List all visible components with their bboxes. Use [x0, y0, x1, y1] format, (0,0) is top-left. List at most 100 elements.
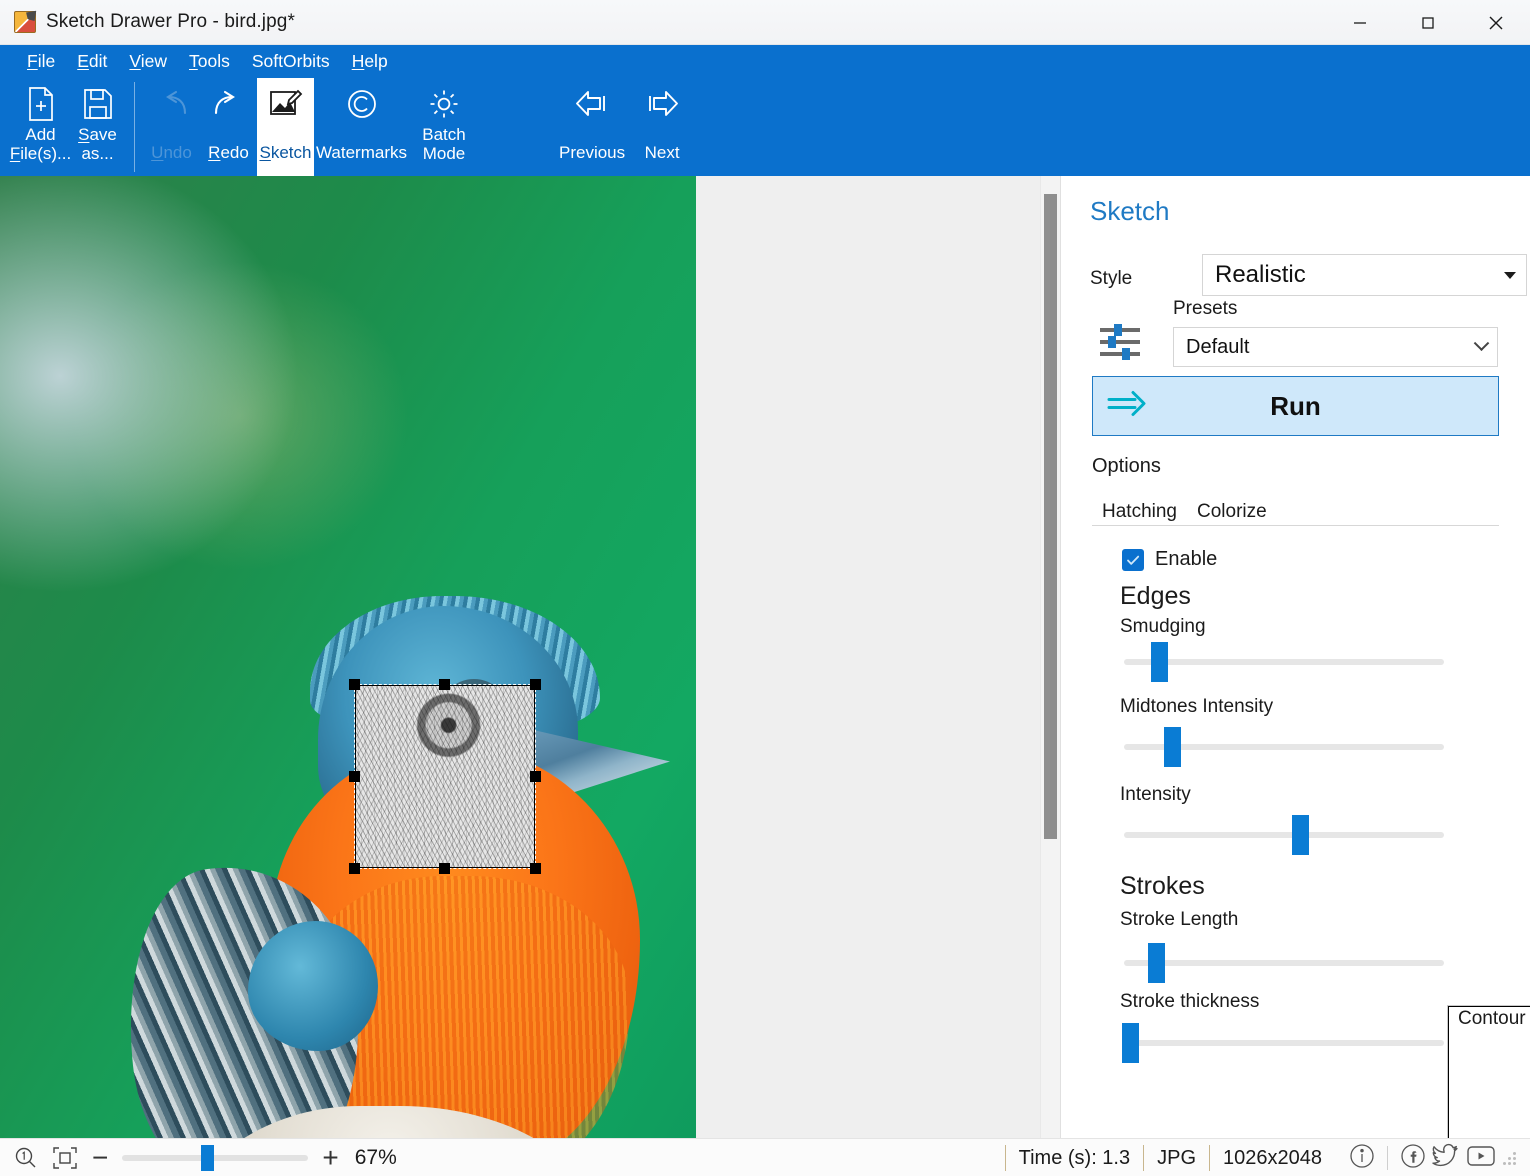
facebook-icon[interactable] — [1400, 1143, 1426, 1174]
slider-label-smudging: Smudging — [1120, 616, 1206, 638]
sketch-pencil-icon — [269, 83, 303, 125]
style-value: Realistic — [1215, 261, 1306, 289]
source-image[interactable] — [0, 176, 696, 1138]
toolbar-batch-mode-button[interactable]: Batch Mode — [409, 78, 479, 176]
toolbar-save-as-button[interactable]: Save as... — [69, 78, 126, 176]
chevron-down-icon — [1504, 272, 1516, 279]
toolbar-watermarks-label: Watermarks — [316, 143, 407, 162]
sketch-options-panel: Sketch Style Realistic Presets Default — [1060, 176, 1530, 1138]
toolbar-undo-button[interactable]: Undo — [143, 78, 200, 176]
selection-handle-e[interactable] — [530, 771, 541, 782]
toolbar-gap — [479, 78, 557, 176]
toolbar-add-files-button[interactable]: Add File(s)... — [12, 78, 69, 176]
toolbar-previous-button[interactable]: Previous — [557, 78, 627, 176]
toolbar-batch-mode-label-2: Mode — [423, 144, 466, 163]
tab-colorize[interactable]: Colorize — [1187, 499, 1277, 525]
resize-grip[interactable] — [1502, 1151, 1516, 1165]
run-arrow-icon — [1107, 391, 1147, 422]
toolbar-redo-button[interactable]: Redo — [200, 78, 257, 176]
panel-title: Sketch — [1090, 196, 1170, 227]
slider-intensity[interactable] — [1124, 823, 1444, 847]
close-button[interactable] — [1462, 0, 1530, 45]
social-links — [1335, 1143, 1530, 1174]
slider-thumb[interactable] — [1164, 727, 1181, 767]
slider-thumb[interactable] — [1148, 943, 1165, 983]
fit-to-window-icon[interactable] — [52, 1146, 78, 1170]
selection-handle-ne[interactable] — [530, 679, 541, 690]
twitter-icon[interactable] — [1432, 1143, 1460, 1174]
app-logo-icon — [14, 11, 36, 33]
toolbar-separator-1 — [134, 82, 135, 172]
zoom-out-button[interactable]: − — [92, 1144, 108, 1172]
enable-checkbox-row[interactable]: Enable — [1122, 548, 1217, 571]
image-format: JPG — [1143, 1145, 1209, 1171]
image-canvas[interactable] — [0, 176, 1060, 1138]
selection-handle-s[interactable] — [439, 863, 450, 874]
menu-softorbits[interactable]: SoftOrbits — [241, 51, 341, 73]
style-dropdown[interactable]: Realistic — [1202, 254, 1527, 296]
maximize-button[interactable] — [1394, 0, 1462, 45]
menu-bar: FFileile Edit View Tools SoftOrbits Help — [0, 45, 1530, 78]
presets-dropdown[interactable]: Default — [1173, 327, 1498, 367]
selection-handle-sw[interactable] — [349, 863, 360, 874]
menu-file[interactable]: FFileile — [16, 51, 66, 73]
options-tabs: Contour Hatching Colorize — [1092, 496, 1499, 526]
slider-thumb[interactable] — [1292, 815, 1309, 855]
menu-view[interactable]: View — [118, 51, 178, 73]
youtube-icon[interactable] — [1466, 1144, 1496, 1173]
toolbar-next-button[interactable]: Next — [627, 78, 697, 176]
slider-stroke-thickness[interactable] — [1124, 1031, 1444, 1055]
toolbar-save-as-label-2: as... — [81, 144, 113, 163]
processing-time: Time (s): 1.3 — [1005, 1145, 1144, 1171]
selection-handle-w[interactable] — [349, 771, 360, 782]
slider-label-midtones-intensity: Midtones Intensity — [1120, 696, 1273, 718]
zoom-in-button[interactable]: + — [322, 1144, 338, 1172]
copyright-icon — [346, 83, 378, 125]
application-window: Sketch Drawer Pro - bird.jpg* FFileile E… — [0, 0, 1530, 1176]
toolbar: Add File(s)... Save as... — [0, 78, 1530, 176]
zoom-one-to-one-icon[interactable] — [14, 1146, 38, 1170]
undo-arrow-icon — [155, 83, 189, 125]
slider-thumb[interactable] — [1122, 1023, 1139, 1063]
canvas-vertical-scrollbar[interactable] — [1040, 176, 1060, 1138]
tab-hatching[interactable]: Hatching — [1092, 499, 1187, 525]
menu-edit[interactable]: Edit — [66, 51, 118, 73]
selection-handle-nw[interactable] — [349, 679, 360, 690]
slider-label-stroke-length: Stroke Length — [1120, 909, 1238, 931]
gear-icon — [428, 83, 460, 125]
toolbar-watermarks-button[interactable]: Watermarks — [314, 78, 409, 176]
zoom-slider[interactable] — [122, 1147, 308, 1169]
slider-stroke-length[interactable] — [1124, 951, 1444, 975]
slider-track — [1124, 659, 1444, 665]
menu-tools[interactable]: Tools — [178, 51, 241, 73]
slider-midtones-intensity[interactable] — [1124, 735, 1444, 759]
status-divider — [1387, 1146, 1388, 1170]
sliders-icon — [1098, 322, 1142, 367]
slider-track — [1124, 1040, 1444, 1046]
sketch-preview-selection[interactable] — [355, 685, 535, 868]
canvas-scrollbar-thumb[interactable] — [1044, 194, 1057, 839]
toolbar-sketch-button[interactable]: Sketch — [257, 78, 314, 176]
ribbon: FFileile Edit View Tools SoftOrbits Help… — [0, 45, 1530, 176]
status-bar-right: Time (s): 1.3 JPG 1026x2048 — [1005, 1139, 1530, 1176]
menu-help[interactable]: Help — [341, 51, 399, 73]
status-bar: − + 67% Time (s): 1.3 JPG 1026x2048 — [0, 1138, 1530, 1176]
toolbar-add-files-label-1: Add — [25, 125, 55, 144]
info-icon[interactable] — [1349, 1143, 1375, 1174]
title-bar: Sketch Drawer Pro - bird.jpg* — [0, 0, 1530, 45]
run-button-label: Run — [1270, 391, 1321, 422]
save-disk-icon — [83, 83, 113, 125]
selection-handle-n[interactable] — [439, 679, 450, 690]
enable-checkbox[interactable] — [1122, 549, 1144, 571]
bird-illustration — [0, 176, 696, 1138]
presets-label: Presets — [1173, 298, 1237, 320]
slider-track — [1124, 832, 1444, 838]
zoom-slider-thumb[interactable] — [201, 1145, 214, 1171]
slider-smudging[interactable] — [1124, 650, 1444, 674]
slider-label-intensity: Intensity — [1120, 784, 1191, 806]
selection-handle-se[interactable] — [530, 863, 541, 874]
run-button[interactable]: Run — [1092, 376, 1499, 436]
slider-thumb[interactable] — [1151, 642, 1168, 682]
chevron-down-thin-icon — [1474, 335, 1490, 351]
minimize-button[interactable] — [1326, 0, 1394, 45]
